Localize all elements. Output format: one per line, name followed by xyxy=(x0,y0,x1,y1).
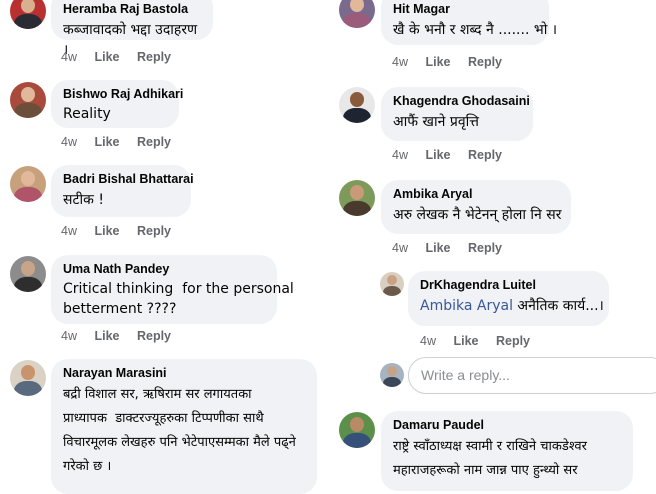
comment-author[interactable]: Damaru Paudel xyxy=(393,417,621,433)
comment-text-line: राष्ट्रे स्वाँठाध्यक्ष स्वामी र राखिने च… xyxy=(393,439,587,454)
comment-timestamp[interactable]: 4w xyxy=(61,224,77,238)
comment-text-line: betterment ???? xyxy=(63,301,177,317)
comment-timestamp[interactable]: 4w xyxy=(61,50,77,64)
avatar[interactable] xyxy=(380,272,404,296)
comment-actions: 4w Like Reply xyxy=(392,241,516,255)
comment-bubble: Bishwo Raj Adhikari Reality xyxy=(51,80,183,128)
comment-text: Ambika Aryal अनैतिक कार्य...। xyxy=(420,296,604,316)
comment-bubble: Heramba Raj Bastola कब्जावादको भद्दा उदा… xyxy=(51,0,213,58)
comment-actions: 4w Like Reply xyxy=(392,55,516,69)
comment-text-line: बद्री विशाल सर, ऋषिराम सर लगायतका xyxy=(63,387,252,402)
like-button[interactable]: Like xyxy=(425,241,450,255)
comment-timestamp[interactable]: 4w xyxy=(392,241,408,255)
reply-button[interactable]: Reply xyxy=(468,55,502,69)
comment-author[interactable]: Narayan Marasini xyxy=(63,365,305,381)
reply-button[interactable]: Reply xyxy=(468,148,502,162)
reply-button[interactable]: Reply xyxy=(137,50,171,64)
comment-text: आफैं खाने प्रवृत्ति xyxy=(393,114,479,130)
current-user-avatar xyxy=(380,363,404,387)
reply-input-placeholder: Write a reply... xyxy=(421,367,510,383)
reply-input[interactable]: Write a reply... xyxy=(408,357,656,394)
comment-bubble: Ambika Aryal अरु लेखक नै भेटेनन् होला नि… xyxy=(381,180,571,234)
comment-author[interactable]: Heramba Raj Bastola xyxy=(63,1,201,17)
comment-actions: 4w Like Reply xyxy=(61,329,185,343)
comment-bubble: Narayan Marasini बद्री विशाल सर, ऋषिराम … xyxy=(51,359,317,494)
avatar[interactable] xyxy=(339,412,375,448)
reply-button[interactable]: Reply xyxy=(496,334,530,348)
comment-author[interactable]: Uma Nath Pandey xyxy=(63,261,265,277)
like-button[interactable]: Like xyxy=(453,334,478,348)
comment-author[interactable]: Badri Bishal Bhattarai xyxy=(63,171,194,187)
comment-author[interactable]: Hit Magar xyxy=(393,1,537,17)
comment-actions: 4w Like Reply xyxy=(61,135,185,149)
comment-actions: 4w Like Reply xyxy=(61,224,185,238)
comment-text-line: Critical thinking for the personal xyxy=(63,281,294,297)
comment-timestamp[interactable]: 4w xyxy=(420,334,436,348)
comment-text-body: अनैतिक कार्य...। xyxy=(517,298,604,314)
comment-text-line: विचारमूलक लेखहरु पनि भेटेपाएसम्मका मैले … xyxy=(63,435,296,450)
avatar[interactable] xyxy=(339,87,375,123)
comment-author[interactable]: Khagendra Ghodasaini xyxy=(393,93,530,109)
like-button[interactable]: Like xyxy=(94,224,119,238)
like-button[interactable]: Like xyxy=(94,329,119,343)
avatar[interactable] xyxy=(10,256,46,292)
comment-bubble: Damaru Paudel राष्ट्रे स्वाँठाध्यक्ष स्व… xyxy=(381,411,633,491)
comment-bubble: DrKhagendra Luitel Ambika Aryal अनैतिक क… xyxy=(408,271,609,326)
reply-button[interactable]: Reply xyxy=(137,329,171,343)
comment-actions: 4w Like Reply xyxy=(420,334,544,348)
avatar[interactable] xyxy=(10,0,46,29)
like-button[interactable]: Like xyxy=(425,148,450,162)
comment-text: सटीक ! xyxy=(63,192,104,208)
comment-bubble: Hit Magar खै के भनौ र शब्द नै ....... भो… xyxy=(381,0,558,45)
comment-bubble: Badri Bishal Bhattarai सटीक ! xyxy=(51,165,194,217)
avatar[interactable] xyxy=(10,166,46,202)
comment-author[interactable]: Ambika Aryal xyxy=(393,186,559,202)
comment-timestamp[interactable]: 4w xyxy=(392,55,408,69)
reply-button[interactable]: Reply xyxy=(468,241,502,255)
comment-text-line: गरेको छ । xyxy=(63,459,112,474)
comment-actions: 4w Like Reply xyxy=(61,50,185,64)
reply-button[interactable]: Reply xyxy=(137,224,171,238)
avatar[interactable] xyxy=(10,360,46,396)
avatar[interactable] xyxy=(339,0,375,28)
comment-text-line: महाराजहरूको नाम जान्न पाए हुन्थ्यो सर xyxy=(393,463,578,478)
like-button[interactable]: Like xyxy=(94,135,119,149)
avatar[interactable] xyxy=(339,180,375,216)
comment-text: खै के भनौ र शब्द नै ....... भो । xyxy=(393,22,558,38)
comment-timestamp[interactable]: 4w xyxy=(61,329,77,343)
like-button[interactable]: Like xyxy=(425,55,450,69)
mention-link[interactable]: Ambika Aryal xyxy=(420,298,513,314)
comment-text: अरु लेखक नै भेटेनन् होला नि सर xyxy=(393,207,562,223)
reply-button[interactable]: Reply xyxy=(137,135,171,149)
comment-text: Reality xyxy=(63,106,111,122)
like-button[interactable]: Like xyxy=(94,50,119,64)
comment-actions: 4w Like Reply xyxy=(392,148,516,162)
comment-text-line: प्राध्यापक डाक्टरज्यूहरुका टिप्पणीका साथ… xyxy=(63,411,264,426)
avatar[interactable] xyxy=(10,82,46,118)
comment-author[interactable]: DrKhagendra Luitel xyxy=(420,277,597,293)
comment-timestamp[interactable]: 4w xyxy=(392,148,408,162)
comment-timestamp[interactable]: 4w xyxy=(61,135,77,149)
comment-bubble: Uma Nath Pandey Critical thinking for th… xyxy=(51,255,294,324)
comment-bubble: Khagendra Ghodasaini आफैं खाने प्रवृत्ति xyxy=(381,87,533,141)
comment-author[interactable]: Bishwo Raj Adhikari xyxy=(63,86,183,102)
